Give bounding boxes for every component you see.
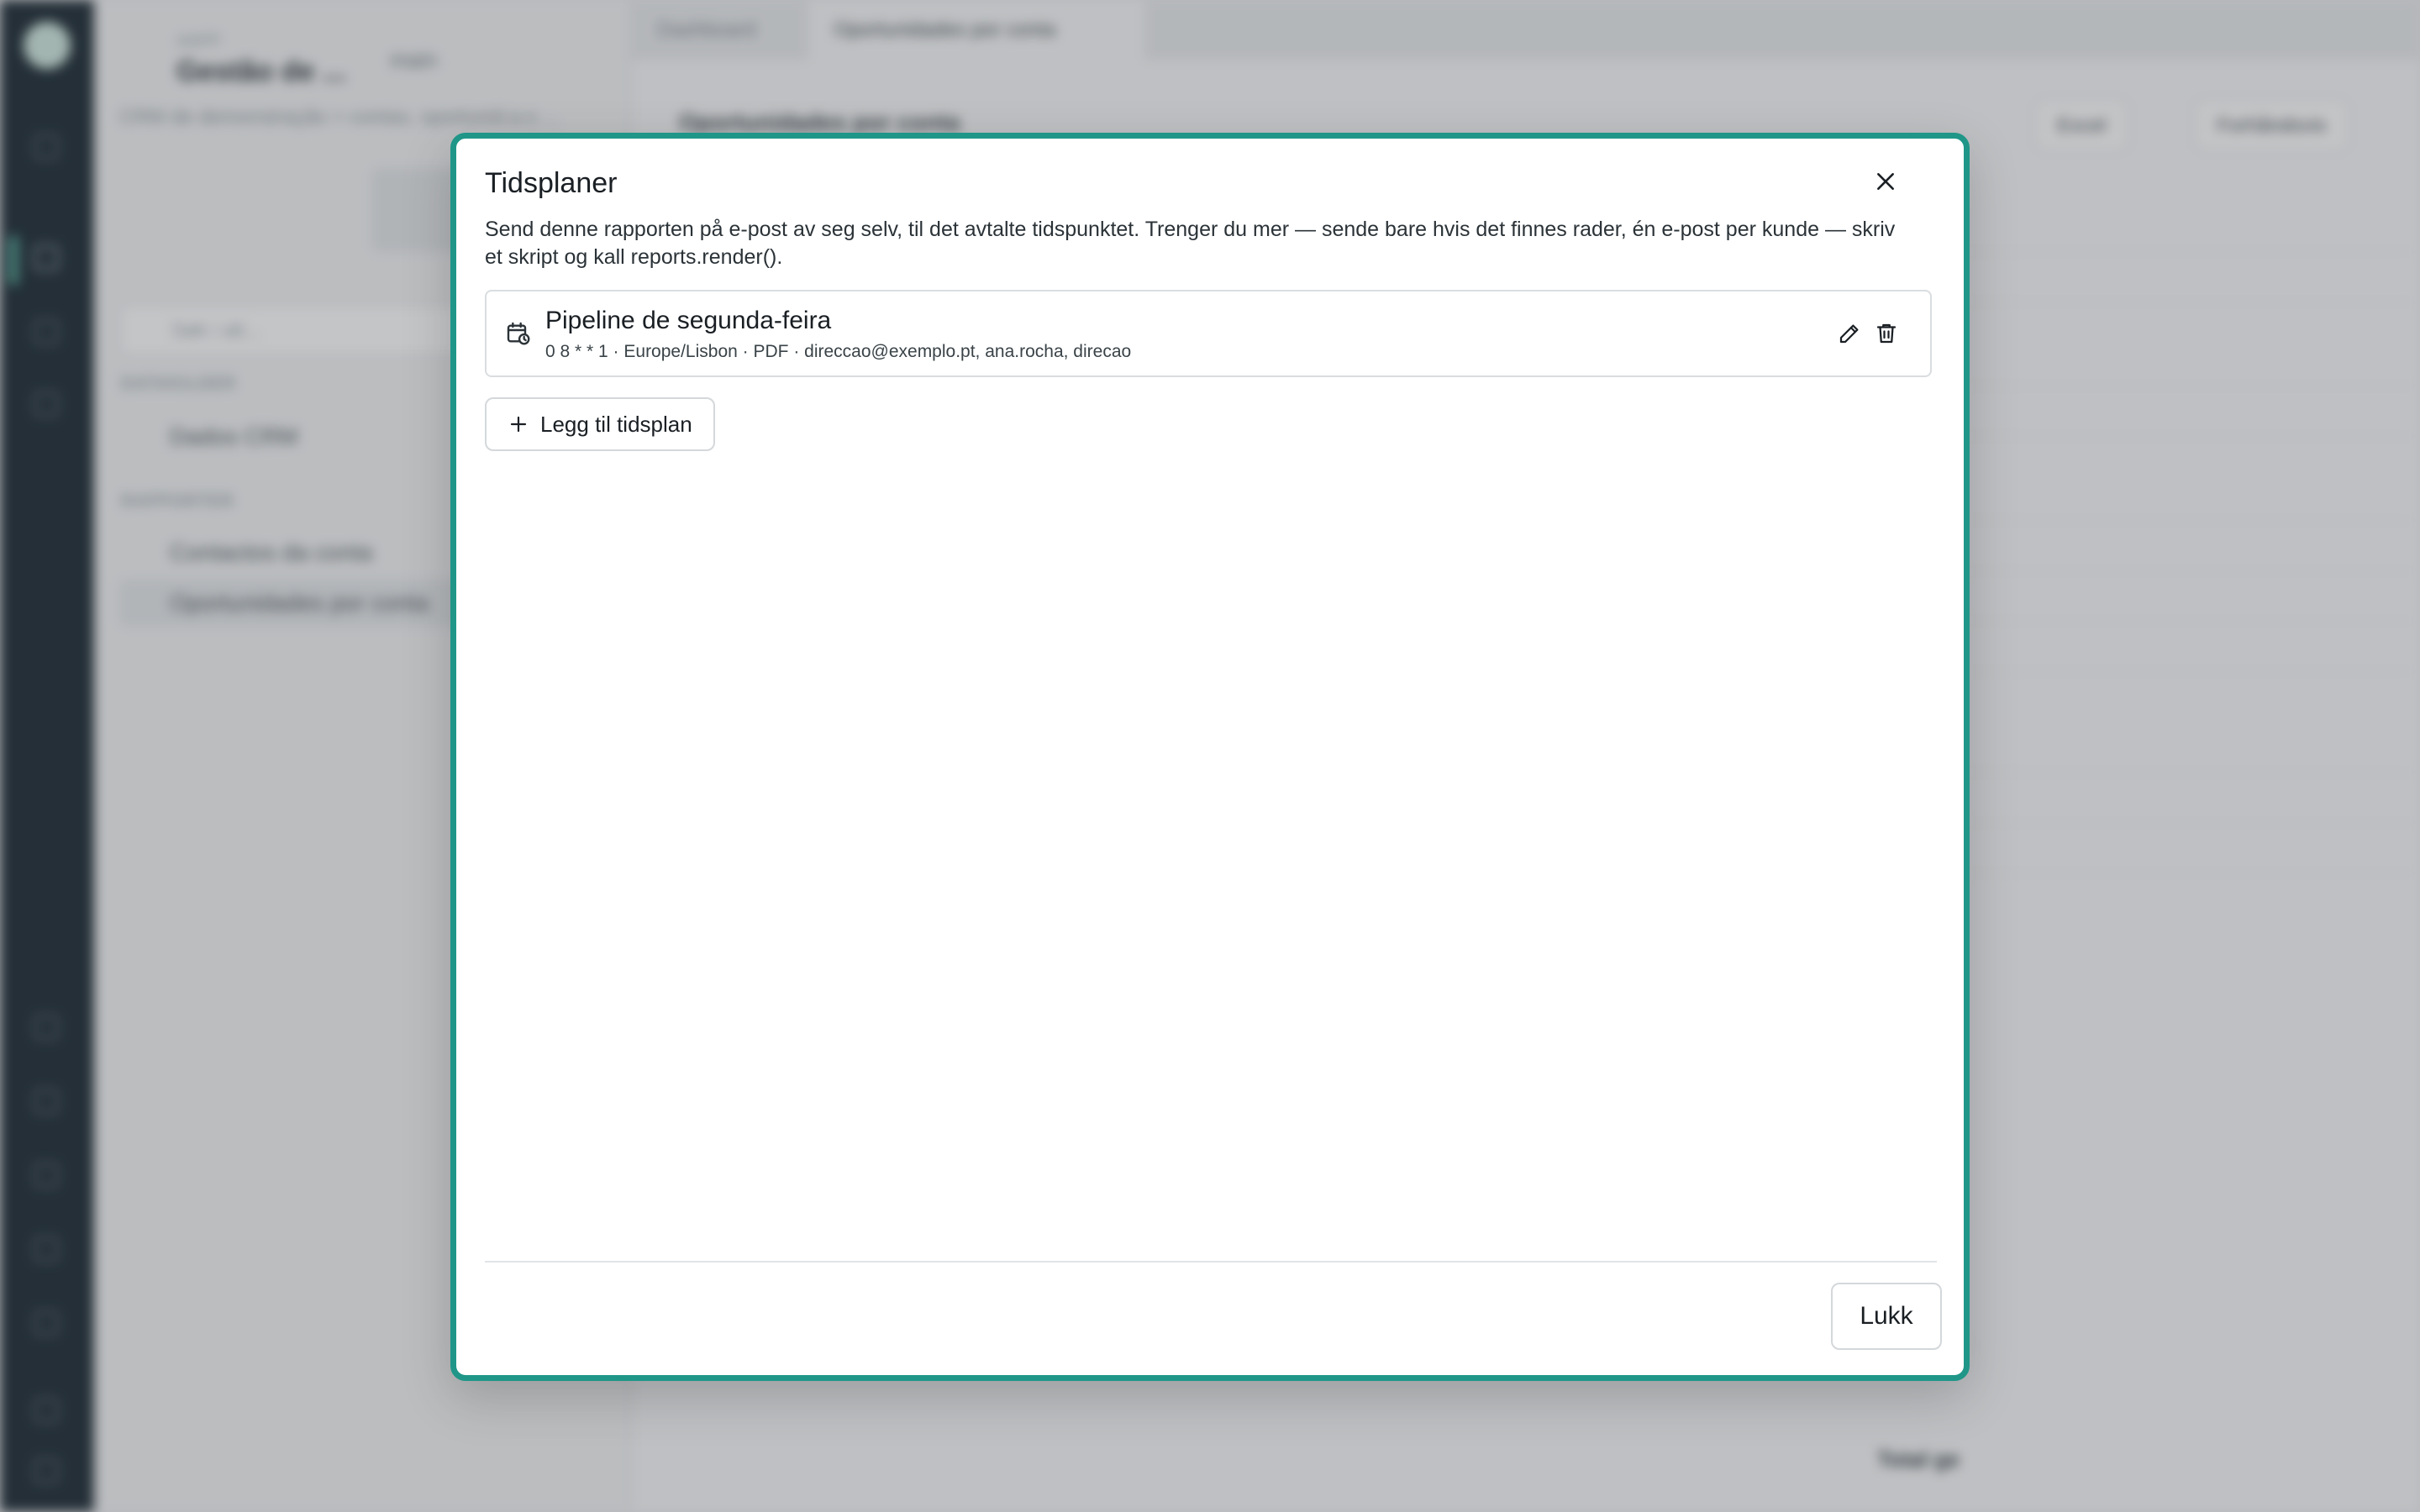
dialog-description: Send denne rapporten på e-post av seg se… (485, 218, 1896, 269)
calendar-clock-icon (505, 320, 532, 347)
close-button[interactable]: Lukk (1831, 1283, 1942, 1350)
schedule-name: Pipeline de segunda-feira (545, 307, 832, 334)
plus-icon (510, 416, 527, 433)
add-schedule-button[interactable]: Legg til tidsplan (485, 397, 715, 451)
dialog-title: Tidsplaner (485, 167, 618, 199)
add-schedule-label: Legg til tidsplan (540, 411, 692, 437)
schedule-row[interactable]: Pipeline de segunda-feira 0 8 * * 1 · Eu… (485, 290, 1932, 377)
schedule-meta: 0 8 * * 1 · Europe/Lisbon · PDF · direcc… (545, 342, 1132, 361)
close-icon[interactable] (1868, 164, 1903, 199)
pencil-icon[interactable] (1834, 318, 1865, 349)
close-icon-svg (1877, 173, 1894, 190)
footer-divider (485, 1261, 1937, 1263)
trash-icon[interactable] (1871, 318, 1902, 349)
schedules-dialog: Tidsplaner Send denne rapporten på e-pos… (450, 133, 1970, 1381)
